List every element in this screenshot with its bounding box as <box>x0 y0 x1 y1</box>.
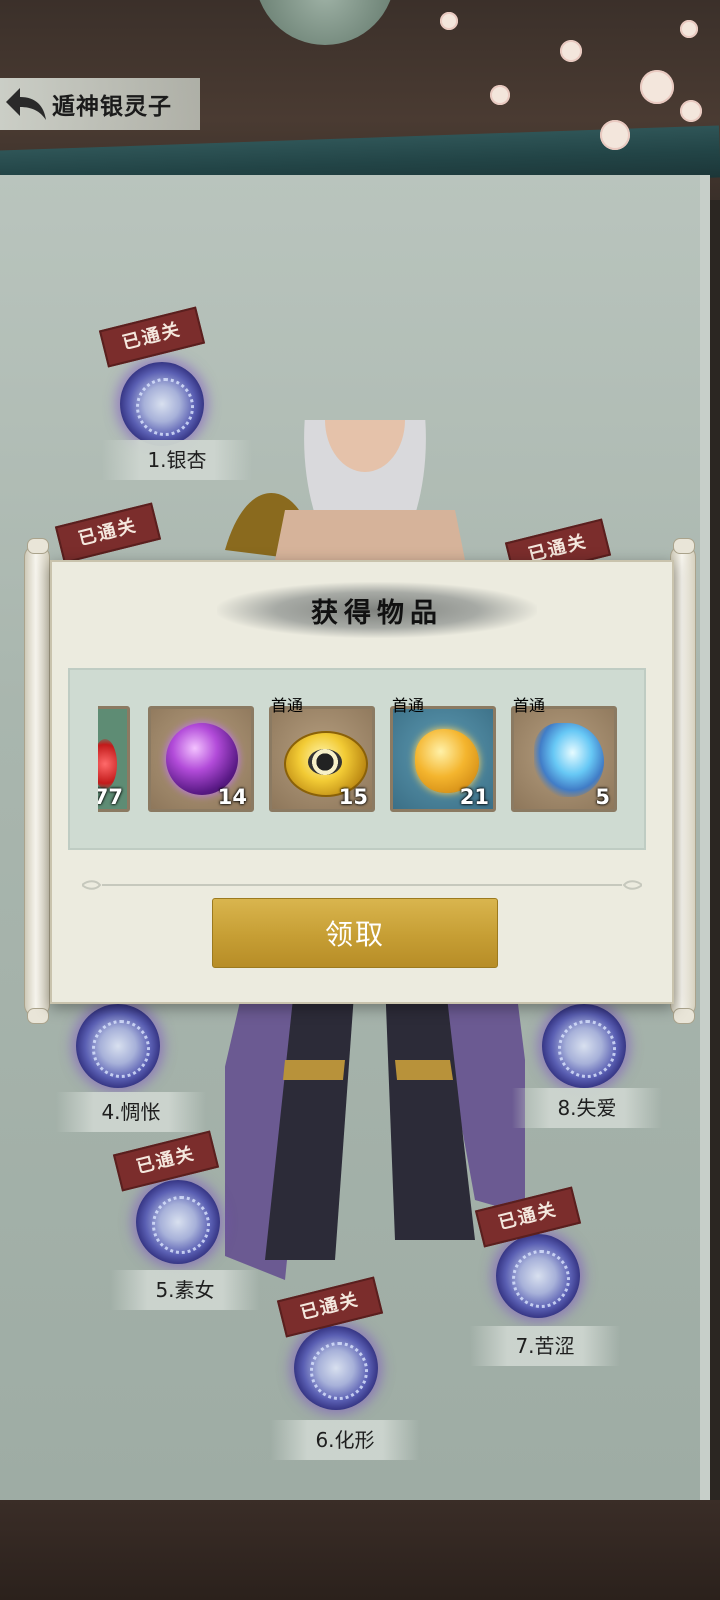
reward-item[interactable]: 15 <box>269 706 375 812</box>
stage-node-6[interactable]: 已通关 6.化形 <box>270 1276 420 1460</box>
reward-item-tray: 77 14 15 21 5 首通 首通 首通 <box>68 668 646 850</box>
reward-popup: 获得物品 77 14 15 21 5 首通 首通 首通 领取 <box>50 560 674 1004</box>
first-clear-badge: 首通 <box>513 696 546 715</box>
portal-icon <box>120 362 204 446</box>
portal-icon <box>294 1326 378 1410</box>
portal-icon <box>542 1004 626 1088</box>
stage-node-1[interactable]: 已通关 1.银杏 <box>98 300 252 480</box>
stage-node-3[interactable]: 已通关 <box>500 518 650 580</box>
item-count: 15 <box>338 785 368 809</box>
stage-label: 4.惆怅 <box>56 1092 206 1132</box>
stage-node-2[interactable]: 已通关 <box>50 500 200 564</box>
reward-item[interactable]: 5 <box>511 706 617 812</box>
stage-node-7[interactable]: 已通关 7.苦涩 <box>470 1186 620 1370</box>
stage-node-5[interactable]: 已通关 5.素女 <box>110 1130 260 1310</box>
item-count: 77 <box>98 785 123 809</box>
item-count: 5 <box>595 785 610 809</box>
blue-spirit-icon <box>534 723 604 797</box>
page-title: 遁神银灵子 <box>52 94 172 120</box>
reward-item[interactable]: 14 <box>148 706 254 812</box>
stage-label: 1.银杏 <box>102 440 252 480</box>
popup-title: 获得物品 <box>311 597 443 629</box>
item-count: 21 <box>459 785 489 809</box>
header-bar: 遁神银灵子 <box>0 78 200 130</box>
first-clear-badge: 首通 <box>271 696 304 715</box>
cleared-stamp: 已通关 <box>54 502 162 564</box>
portal-icon <box>136 1180 220 1264</box>
stage-label: 6.化形 <box>270 1420 420 1460</box>
portal-icon <box>76 1004 160 1088</box>
portal-icon <box>496 1234 580 1318</box>
back-arrow-icon[interactable] <box>0 78 52 130</box>
stage-node-4[interactable]: 4.惆怅 <box>56 1000 206 1132</box>
first-clear-badge: 首通 <box>392 696 425 715</box>
table-bottom <box>0 1500 720 1600</box>
item-count: 14 <box>217 785 247 809</box>
reward-item[interactable]: 21 <box>390 706 496 812</box>
gold-ingot-icon <box>415 729 479 793</box>
reward-item-list[interactable]: 77 14 15 21 5 <box>98 706 618 816</box>
red-gem-icon <box>98 739 117 789</box>
claim-button[interactable]: 领取 <box>212 898 498 968</box>
popup-title-banner: 获得物品 <box>217 582 537 638</box>
stage-label: 8.失爱 <box>512 1088 662 1128</box>
stage-label: 5.素女 <box>110 1270 260 1310</box>
stage-label: 7.苦涩 <box>470 1326 620 1366</box>
cloud-divider <box>82 880 642 890</box>
stage-node-8[interactable]: 8.失爱 <box>512 1000 662 1130</box>
scroll-roller-left <box>24 538 50 1024</box>
reward-item[interactable]: 77 <box>98 706 130 812</box>
cleared-stamp: 已通关 <box>98 306 206 368</box>
claim-button-label: 领取 <box>324 918 385 951</box>
